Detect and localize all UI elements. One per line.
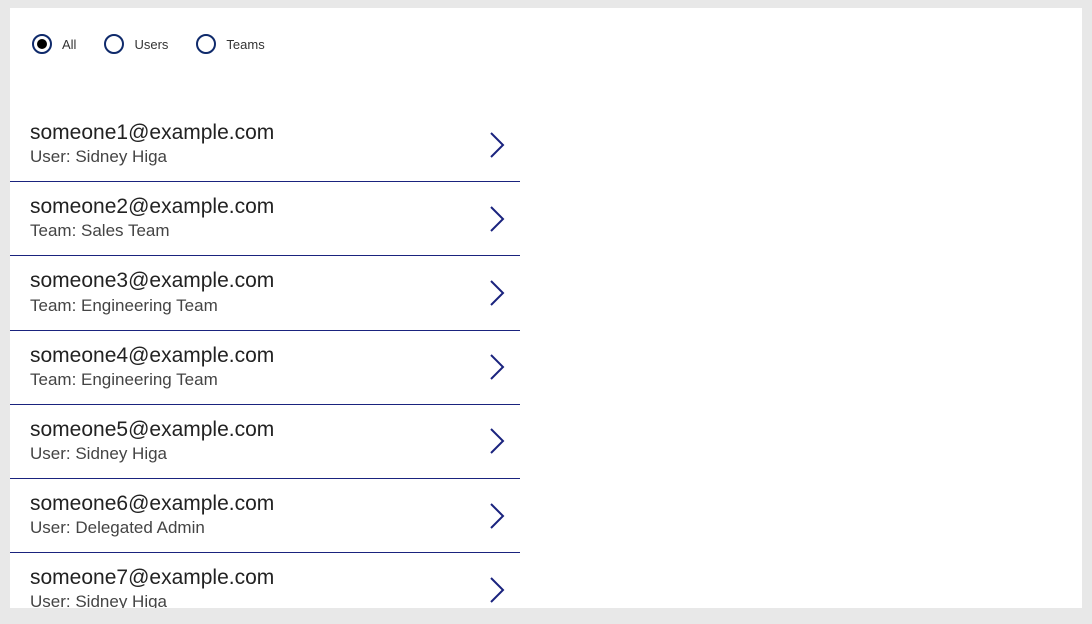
radio-users[interactable]: Users: [104, 34, 168, 54]
radio-icon: [32, 34, 52, 54]
list-item[interactable]: someone7@example.comUser: Sidney Higa: [10, 553, 520, 608]
radio-icon: [104, 34, 124, 54]
list-item-text: someone5@example.comUser: Sidney Higa: [30, 417, 482, 466]
list-item[interactable]: someone1@example.comUser: Sidney Higa: [10, 108, 520, 182]
chevron-right-icon: [482, 130, 512, 160]
panel: All Users Teams someone1@example.comUser…: [10, 8, 1082, 608]
filter-radio-group: All Users Teams: [10, 8, 1082, 62]
list-item[interactable]: someone2@example.comTeam: Sales Team: [10, 182, 520, 256]
list-item-detail: User: Sidney Higa: [30, 443, 482, 466]
radio-label-teams: Teams: [226, 37, 264, 52]
list-item-text: someone3@example.comTeam: Engineering Te…: [30, 268, 482, 317]
chevron-right-icon: [482, 575, 512, 605]
list-item-text: someone1@example.comUser: Sidney Higa: [30, 120, 482, 169]
radio-label-users: Users: [134, 37, 168, 52]
chevron-right-icon: [482, 204, 512, 234]
list-item-detail: User: Sidney Higa: [30, 146, 482, 169]
radio-teams[interactable]: Teams: [196, 34, 264, 54]
list-item-email: someone5@example.com: [30, 417, 482, 443]
list-item[interactable]: someone5@example.comUser: Sidney Higa: [10, 405, 520, 479]
list-item-email: someone2@example.com: [30, 194, 482, 220]
list-item-detail: Team: Sales Team: [30, 220, 482, 243]
radio-all[interactable]: All: [32, 34, 76, 54]
list-item-text: someone6@example.comUser: Delegated Admi…: [30, 491, 482, 540]
list-item-email: someone4@example.com: [30, 343, 482, 369]
list-item[interactable]: someone6@example.comUser: Delegated Admi…: [10, 479, 520, 553]
list-item-email: someone6@example.com: [30, 491, 482, 517]
list-item-email: someone1@example.com: [30, 120, 482, 146]
list-item-text: someone2@example.comTeam: Sales Team: [30, 194, 482, 243]
list-item-detail: Team: Engineering Team: [30, 295, 482, 318]
list-item[interactable]: someone3@example.comTeam: Engineering Te…: [10, 256, 520, 330]
results-list[interactable]: someone1@example.comUser: Sidney Higasom…: [10, 108, 520, 608]
list-item-detail: User: Delegated Admin: [30, 517, 482, 540]
radio-label-all: All: [62, 37, 76, 52]
chevron-right-icon: [482, 352, 512, 382]
radio-icon: [196, 34, 216, 54]
list-item-detail: Team: Engineering Team: [30, 369, 482, 392]
list-item-text: someone7@example.comUser: Sidney Higa: [30, 565, 482, 608]
chevron-right-icon: [482, 426, 512, 456]
chevron-right-icon: [482, 278, 512, 308]
chevron-right-icon: [482, 501, 512, 531]
list-item[interactable]: someone4@example.comTeam: Engineering Te…: [10, 331, 520, 405]
list-item-email: someone7@example.com: [30, 565, 482, 591]
list-item-detail: User: Sidney Higa: [30, 591, 482, 608]
list-item-text: someone4@example.comTeam: Engineering Te…: [30, 343, 482, 392]
list-item-email: someone3@example.com: [30, 268, 482, 294]
